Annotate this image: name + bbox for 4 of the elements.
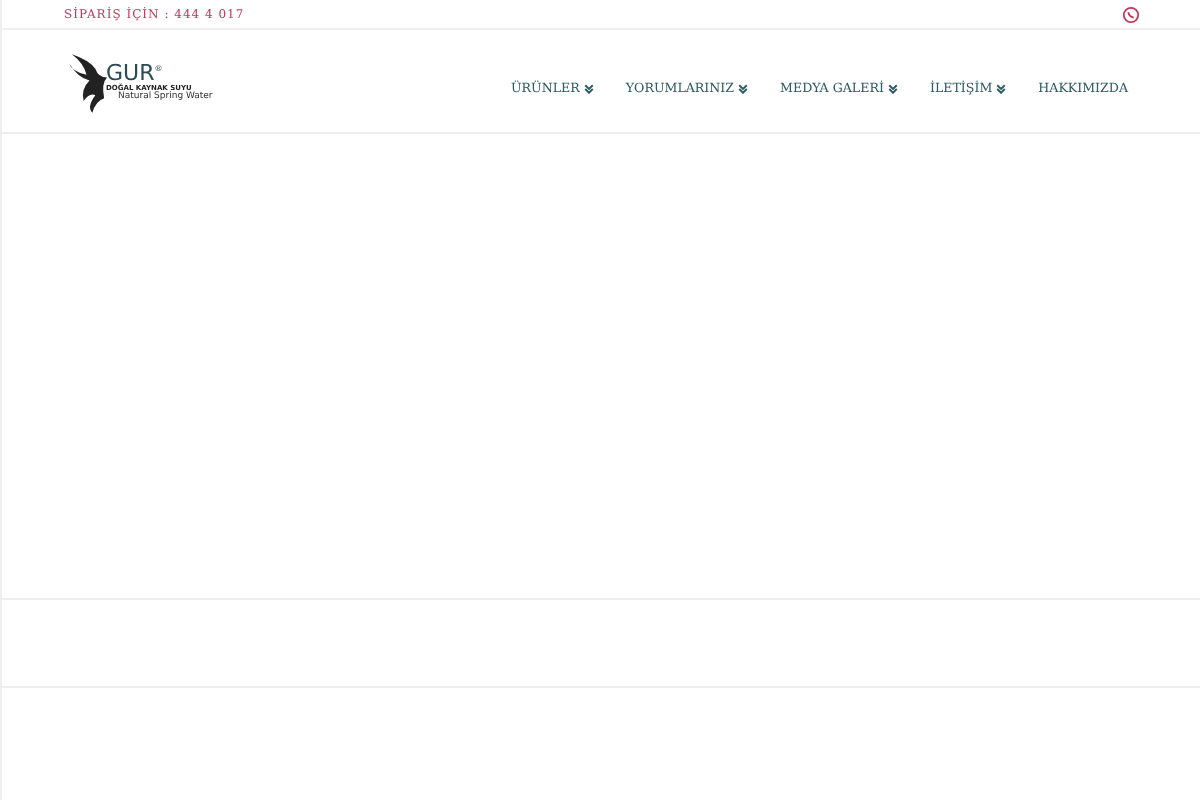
double-chevron-icon — [583, 84, 594, 94]
double-chevron-icon — [738, 84, 749, 94]
double-chevron-icon — [996, 84, 1007, 94]
double-chevron-icon — [887, 84, 898, 94]
